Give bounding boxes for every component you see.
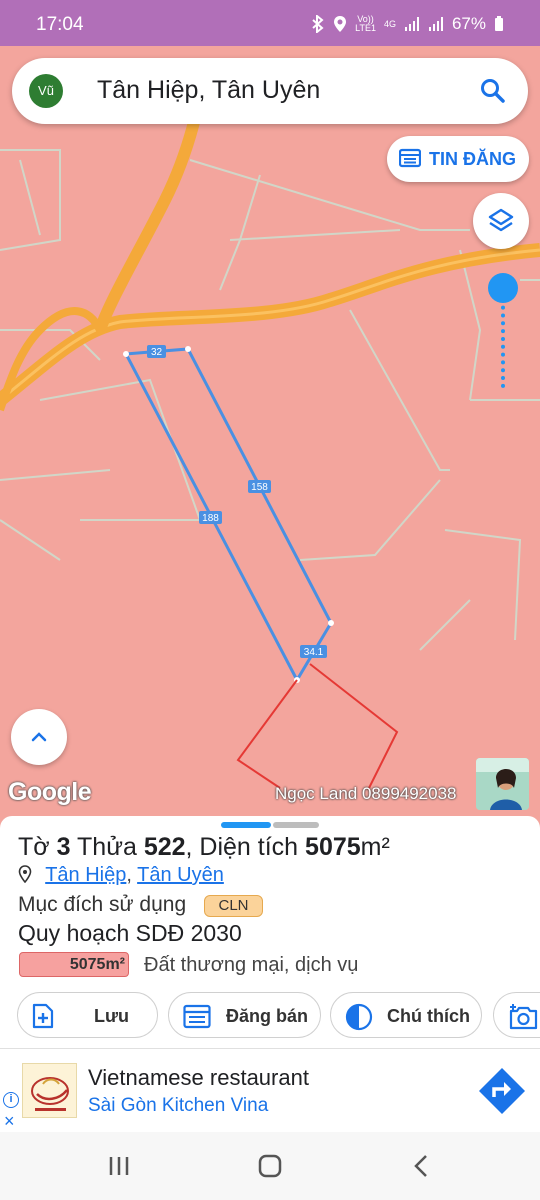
search-bar[interactable]: Vũ Tân Hiệp, Tân Uyên — [12, 58, 528, 124]
action-row: Lưu Đăng bán Chú thích — [17, 992, 540, 1038]
edge-label: 34.1 — [300, 645, 327, 658]
layers-icon — [488, 208, 514, 232]
svg-text:34.1: 34.1 — [304, 647, 324, 658]
restaurant-logo — [22, 1063, 77, 1118]
location-link-district[interactable]: Tân Uyên — [137, 864, 224, 886]
ad-subtitle[interactable]: Sài Gòn Kitchen Vina — [88, 1095, 268, 1117]
edge-label: 158 — [248, 480, 271, 493]
recent-apps-icon[interactable] — [108, 1154, 130, 1178]
opacity-slider-handle[interactable] — [488, 273, 518, 303]
signal-icon — [428, 17, 443, 31]
edge-label: 32 — [147, 345, 166, 358]
search-icon[interactable] — [480, 78, 506, 104]
ad-title[interactable]: Vietnamese restaurant — [88, 1065, 309, 1091]
battery-icon — [495, 16, 503, 31]
location-link-ward[interactable]: Tân Hiệp — [45, 864, 126, 886]
chevron-up-icon — [31, 732, 47, 742]
calendar-icon — [183, 1004, 211, 1029]
opacity-slider-track[interactable] — [501, 290, 505, 388]
edge-label: 188 — [199, 511, 222, 524]
sheet-handle-secondary[interactable] — [273, 822, 319, 828]
system-nav-bar — [0, 1132, 540, 1200]
battery-percent: 67% — [451, 14, 486, 33]
ad-banner[interactable]: i × Vietnamese restaurant Sài Gòn Kitche… — [0, 1048, 540, 1132]
ad-info-icon[interactable]: i — [3, 1092, 19, 1108]
tin-dang-label: TIN ĐĂNG — [429, 149, 516, 169]
parcel-info-sheet[interactable]: Tờ 3 Thửa 522, Diện tích 5075m² Tân Hiệp… — [0, 816, 540, 1048]
post-sale-button[interactable]: Đăng bán — [168, 992, 321, 1038]
parcel-title: Tờ 3 Thửa 522, Diện tích 5075m² — [18, 833, 390, 861]
half-circle-icon — [345, 1003, 373, 1031]
save-button[interactable]: Lưu — [17, 992, 158, 1038]
sheet-handle[interactable] — [221, 822, 271, 828]
avatar[interactable]: Vũ — [29, 74, 63, 108]
plan-title: Quy hoạch SDĐ 2030 — [18, 920, 242, 946]
legend-button[interactable]: Chú thích — [330, 992, 482, 1038]
home-icon[interactable] — [258, 1154, 282, 1178]
parcel-location: Tân Hiệp, Tân Uyên — [18, 863, 224, 887]
directions-icon[interactable] — [478, 1067, 526, 1115]
svg-text:158: 158 — [251, 482, 268, 493]
volte-indicator: Vo)) LTE1 — [355, 14, 376, 33]
svg-text:188: 188 — [202, 513, 219, 524]
add-photo-button[interactable] — [493, 992, 540, 1038]
bluetooth-icon — [312, 15, 324, 33]
purpose-label: Mục đích sử dụng — [18, 893, 187, 916]
location-pin-icon — [18, 865, 32, 884]
seller-watermark: Ngọc Land 0899492038 — [275, 784, 457, 803]
ad-close-icon[interactable]: × — [4, 1111, 15, 1132]
status-bar: 17:04 Vo)) LTE1 4G 67% — [0, 0, 540, 46]
layers-button[interactable] — [473, 193, 529, 249]
plan-area-desc: Đất thương mại, dịch vụ — [144, 954, 359, 976]
status-icons: Vo)) LTE1 4G 67% — [311, 14, 504, 34]
location-icon — [334, 16, 347, 32]
save-file-icon — [32, 1003, 54, 1029]
signal-icon — [404, 17, 419, 31]
add-photo-icon — [509, 1004, 538, 1030]
purpose-badge[interactable]: CLN — [204, 895, 263, 917]
listing-icon — [399, 148, 421, 168]
search-query[interactable]: Tân Hiệp, Tân Uyên — [97, 76, 320, 105]
seller-portrait[interactable] — [476, 758, 529, 810]
google-logo: Google — [8, 778, 92, 806]
back-icon[interactable] — [412, 1154, 430, 1178]
status-time: 17:04 — [36, 14, 84, 35]
network-indicator: 4G — [383, 18, 396, 29]
svg-text:32: 32 — [151, 347, 163, 358]
expand-up-button[interactable] — [11, 709, 67, 765]
plan-area-swatch: 5075m² — [19, 952, 129, 977]
tin-dang-button[interactable]: TIN ĐĂNG — [387, 136, 529, 182]
